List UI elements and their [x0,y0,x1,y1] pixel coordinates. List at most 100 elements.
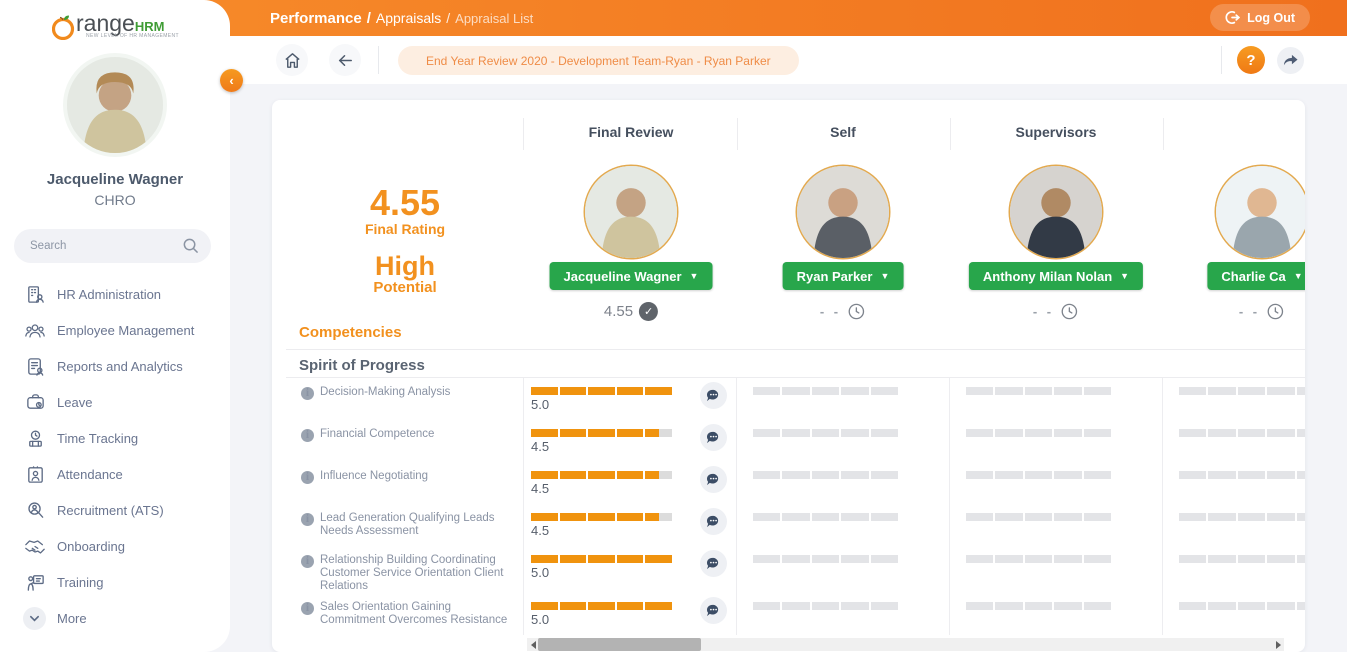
final-review-rating-cell: 4.5 [523,504,737,546]
rating-bar [531,387,672,395]
supervisor-rating-cell [950,546,1163,593]
reviewer-rating-value: - - [1239,304,1260,319]
competency-name: Financial Competence [320,428,434,462]
sidebar-collapse-button[interactable]: ‹ [220,69,243,92]
reviewer-rating-value: 4.55 [604,303,633,320]
clock-icon [1060,302,1079,321]
rating-bar-placeholder [753,602,898,610]
comment-button[interactable] [700,597,727,624]
rating-bar-placeholder [1179,602,1305,610]
sidebar-item-more[interactable]: More [0,606,230,630]
final-rating-label: Final Rating [299,222,511,237]
rating-bar-placeholder [1179,387,1305,395]
rating-bar-placeholder [1179,471,1305,479]
comment-button[interactable] [700,508,727,535]
competency-label-cell: i Decision-Making Analysis [272,378,523,420]
reviewer-avatar [1216,166,1305,258]
info-icon[interactable]: i [301,513,314,526]
reviewer-avatar [797,166,889,258]
sidebar-item-training[interactable]: Training [0,564,230,600]
appraisal-card: Final Review Self Supervisors 4.55 Final… [272,100,1305,652]
back-button[interactable] [329,44,361,76]
info-icon[interactable]: i [301,602,314,615]
competency-row: i Financial Competence 4.5 [272,420,1305,462]
help-button[interactable]: ? [1237,46,1265,74]
sidebar-item-leave[interactable]: Leave [0,384,230,420]
profile-role: CHRO [0,192,230,208]
rating-bar-placeholder [966,555,1111,563]
chevron-down-icon: ▼ [1294,271,1303,281]
supervisor-rating-cell [950,462,1163,504]
info-icon[interactable]: i [301,387,314,400]
scroll-right-arrow[interactable] [1272,638,1284,651]
check-icon: ✓ [639,302,658,321]
reviewer-name: Anthony Milan Nolan [983,269,1112,284]
reviewer-status: - - [1033,302,1079,321]
sidebar-item-recruitment-ats[interactable]: Recruitment (ATS) [0,492,230,528]
breadcrumb-sub: Appraisals [376,10,441,26]
sidebar-item-onboarding[interactable]: Onboarding [0,528,230,564]
sidebar-item-attendance[interactable]: Attendance [0,456,230,492]
comment-button[interactable] [700,424,727,451]
employee-management-icon [23,320,47,341]
comment-button[interactable] [700,466,727,493]
sidebar-item-reports-and-analytics[interactable]: Reports and Analytics [0,348,230,384]
review-title-badge[interactable]: End Year Review 2020 - Development Team-… [398,46,799,75]
hr-administration-icon [23,284,47,305]
rating-bar [531,429,672,437]
competency-row: i Lead Generation Qualifying Leads Needs… [272,504,1305,546]
competency-rows: i Decision-Making Analysis 5.0 i Financi… [272,378,1305,635]
sidebar-item-time-tracking[interactable]: Time Tracking [0,420,230,456]
sidebar-item-label: Time Tracking [57,431,138,446]
rating-bar-placeholder [753,429,898,437]
column-divider [523,118,524,150]
potential-label: Potential [299,280,511,296]
sidebar-item-hr-administration[interactable]: HR Administration [0,276,230,312]
rating-bar-placeholder [966,602,1111,610]
sidebar-item-label: Employee Management [57,323,194,338]
info-icon[interactable]: i [301,555,314,568]
reviewer-select-button[interactable]: Anthony Milan Nolan ▼ [969,262,1143,290]
self-rating-cell [737,593,950,635]
rating-bar-placeholder [966,429,1111,437]
home-button[interactable] [276,44,308,76]
competency-label-cell: i Relationship Building Coordinating Cus… [272,546,523,593]
final-rating-value: 4.55 [299,184,511,222]
chevron-down-icon: ▼ [690,271,699,281]
leave-icon [23,392,47,413]
profile-avatar[interactable] [67,57,163,153]
final-review-rating-cell: 5.0 [523,378,737,420]
search-icon[interactable] [182,237,199,259]
sidebar-item-label: Training [57,575,103,590]
chevron-down-icon: ▼ [880,271,889,281]
sidebar-item-employee-management[interactable]: Employee Management [0,312,230,348]
horizontal-scrollbar[interactable] [527,638,1284,651]
reviewer-name: Ryan Parker [797,269,873,284]
reviewer-status: - - [1239,302,1285,321]
attendance-icon [23,464,47,485]
comment-button[interactable] [700,550,727,577]
profile-name: Jacqueline Wagner [0,171,230,188]
sidebar-item-label: Recruitment (ATS) [57,503,164,518]
supervisor-rating-cell [950,378,1163,420]
info-icon[interactable]: i [301,471,314,484]
rating-bar [531,513,672,521]
comment-button[interactable] [700,382,727,409]
share-button[interactable] [1277,47,1304,74]
rating-bar [531,471,672,479]
reviewer-select-button[interactable]: Jacqueline Wagner ▼ [550,262,713,290]
competency-row: i Influence Negotiating 4.5 [272,462,1305,504]
reviewer-select-button[interactable]: Ryan Parker ▼ [783,262,904,290]
reviewer-avatar [1010,166,1102,258]
competency-label-cell: i Sales Orientation Gaining Commitment O… [272,593,523,635]
info-icon[interactable]: i [301,429,314,442]
comment-icon [706,473,721,486]
logout-button[interactable]: Log Out [1210,4,1310,31]
reviewer-select-button[interactable]: Charlie Ca ▼ [1207,262,1305,290]
final-review-rating-cell: 4.5 [523,462,737,504]
chevron-down-icon: ▼ [1120,271,1129,281]
scrollbar-thumb[interactable] [538,638,701,651]
other-rating-cell [1163,593,1305,635]
competencies-title: Competencies [299,324,402,341]
search-input[interactable] [30,229,180,263]
